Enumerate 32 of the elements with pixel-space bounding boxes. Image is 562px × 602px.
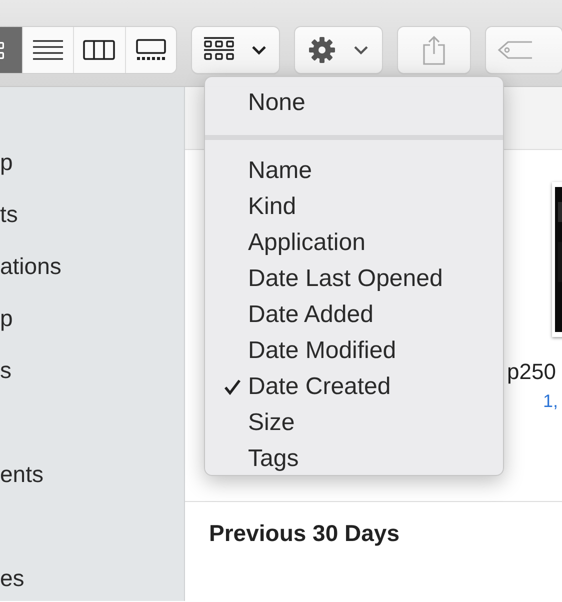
action-button[interactable] (294, 27, 382, 73)
menu-item[interactable]: None (205, 85, 503, 121)
chevron-down-icon (252, 46, 266, 54)
sidebar-item[interactable]: ents (0, 461, 44, 487)
sidebar-item[interactable]: p (0, 149, 13, 175)
view-button[interactable] (124, 27, 176, 73)
sidebar-item[interactable]: ations (0, 253, 62, 279)
menu-item[interactable]: Date Modified (205, 333, 503, 369)
menu-item[interactable]: Application (205, 225, 503, 261)
section-heading: Previous 30 Days (209, 520, 400, 546)
menu-item[interactable]: Name (205, 153, 503, 189)
share-icon (422, 35, 445, 65)
file-size: 1, (543, 391, 558, 411)
group-icon (204, 37, 234, 63)
menu-item[interactable]: Date Last Opened (205, 261, 503, 297)
gear-icon (308, 36, 336, 64)
group-button[interactable] (192, 27, 279, 73)
sidebar-item[interactable]: es (0, 565, 24, 591)
menu-item[interactable]: Tags (205, 441, 503, 477)
chevron-down-icon (354, 46, 368, 54)
menu-item[interactable]: Size (205, 405, 503, 441)
list-view-icon (33, 39, 64, 61)
menu-item[interactable]: Date Created (205, 369, 503, 405)
menu-item[interactable]: Kind (205, 189, 503, 225)
menu-item[interactable]: Date Added (205, 297, 503, 333)
file-name: p250 (507, 359, 556, 384)
sidebar-item[interactable]: s (0, 357, 12, 383)
gallery-view-icon (136, 39, 166, 61)
tag-icon (496, 40, 532, 60)
sidebar-item[interactable]: ts (0, 201, 18, 227)
sidebar-item[interactable]: p (0, 305, 13, 331)
column-view-icon (83, 40, 116, 60)
